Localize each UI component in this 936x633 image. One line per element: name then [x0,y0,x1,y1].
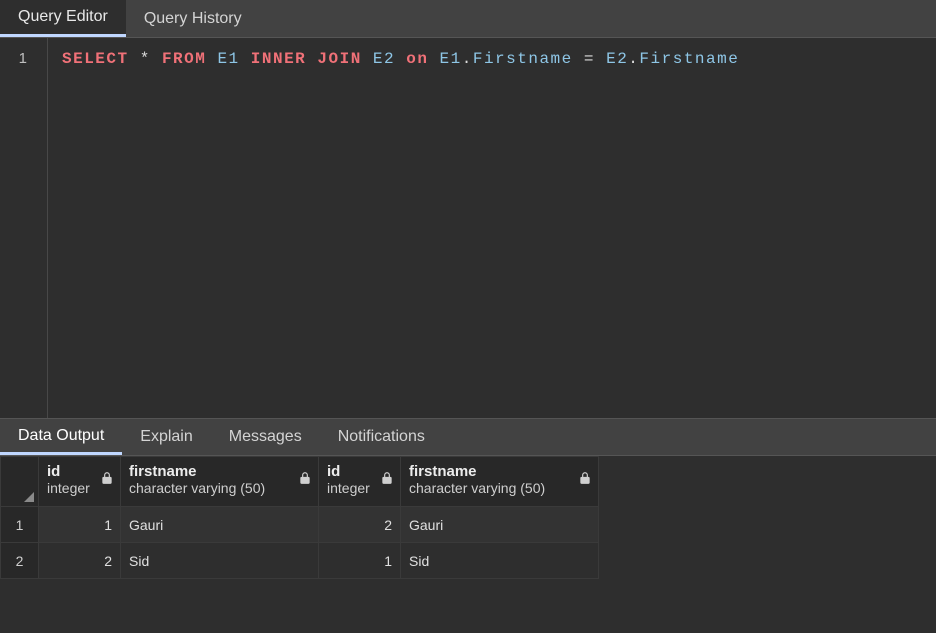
tab-data-output[interactable]: Data Output [0,419,122,455]
column-name: firstname [409,463,588,480]
tab-query-history[interactable]: Query History [126,0,260,37]
header-corner[interactable] [1,457,39,507]
column-header-firstname-2[interactable]: firstname character varying (50) [401,457,599,507]
column-name: firstname [129,463,308,480]
data-grid-wrap: id integer firstname character varying (… [0,456,936,579]
tab-query-editor[interactable]: Query Editor [0,0,126,37]
row-number[interactable]: 2 [1,543,39,579]
editor-code-line[interactable]: SELECT * FROM E1 INNER JOIN E2 on E1.Fir… [48,38,753,418]
column-header-firstname-1[interactable]: firstname character varying (50) [121,457,319,507]
cell-firstname[interactable]: Sid [401,543,599,579]
result-tabbar: Data Output Explain Messages Notificatio… [0,418,936,456]
tab-notifications[interactable]: Notifications [320,419,443,455]
ident-e2: E2 [373,50,395,68]
kw-from: FROM [162,50,206,68]
ident-lhs-col: Firstname [473,50,573,68]
column-header-id-1[interactable]: id integer [39,457,121,507]
editor-tabbar: Query Editor Query History [0,0,936,38]
header-row: id integer firstname character varying (… [1,457,599,507]
sql-editor[interactable]: 1 SELECT * FROM E1 INNER JOIN E2 on E1.F… [0,38,936,418]
tab-messages[interactable]: Messages [211,419,320,455]
cell-id[interactable]: 1 [319,543,401,579]
editor-gutter: 1 [0,38,48,418]
cell-firstname[interactable]: Gauri [401,507,599,543]
table-row[interactable]: 1 1 Gauri 2 Gauri [1,507,599,543]
column-type: character varying (50) [409,480,545,496]
select-all-triangle-icon[interactable] [24,492,34,502]
tab-explain[interactable]: Explain [122,419,210,455]
column-type: character varying (50) [129,480,265,496]
data-grid[interactable]: id integer firstname character varying (… [0,456,599,579]
ident-lhs-table: E1 [440,50,462,68]
kw-inner: INNER [251,50,307,68]
op-star: * [140,50,151,68]
cell-firstname[interactable]: Gauri [121,507,319,543]
kw-on: on [406,50,428,68]
row-number[interactable]: 1 [1,507,39,543]
dot: . [462,50,473,68]
ident-rhs-col: Firstname [639,50,739,68]
lock-icon [380,471,394,485]
ident-e1: E1 [217,50,239,68]
column-type: integer [47,480,90,496]
cell-firstname[interactable]: Sid [121,543,319,579]
cell-id[interactable]: 2 [39,543,121,579]
op-eq: = [584,50,595,68]
line-number: 1 [0,50,47,67]
column-type: integer [327,480,370,496]
ident-rhs-table: E2 [606,50,628,68]
cell-id[interactable]: 1 [39,507,121,543]
dot: . [628,50,639,68]
kw-join: JOIN [317,50,361,68]
table-row[interactable]: 2 2 Sid 1 Sid [1,543,599,579]
kw-select: SELECT [62,50,129,68]
cell-id[interactable]: 2 [319,507,401,543]
lock-icon [578,471,592,485]
column-header-id-2[interactable]: id integer [319,457,401,507]
lock-icon [298,471,312,485]
lock-icon [100,471,114,485]
